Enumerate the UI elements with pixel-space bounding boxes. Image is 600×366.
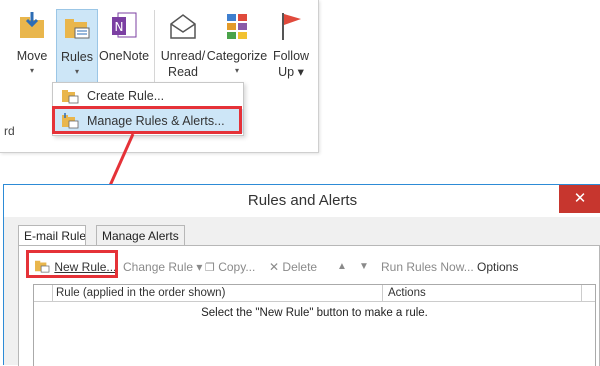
options-button[interactable]: Options: [477, 256, 518, 278]
move-up-icon: ▲: [337, 261, 347, 272]
rules-list-header: Rule (applied in the order shown) Action…: [34, 285, 595, 302]
column-header-actions[interactable]: Actions: [388, 285, 426, 301]
dialog-title: Rules and Alerts: [247, 192, 358, 209]
change-rule-label: Change Rule ▾: [123, 260, 203, 274]
highlight-box-new-rule: [26, 250, 118, 278]
run-rules-now-button[interactable]: Run Rules Now...: [381, 256, 474, 278]
delete-icon: ✕: [269, 260, 280, 274]
column-divider: [581, 285, 582, 301]
move-down-icon: ▼: [359, 261, 369, 272]
checkbox-column-header: [34, 285, 53, 301]
copy-button[interactable]: ❐ Copy...: [205, 256, 255, 278]
run-rules-now-label: Run Rules Now...: [381, 260, 474, 274]
column-header-rule[interactable]: Rule (applied in the order shown): [56, 285, 225, 301]
delete-label: Delete: [282, 260, 318, 274]
move-up-button[interactable]: ▲: [337, 256, 347, 278]
empty-list-message: Select the "New Rule" button to make a r…: [201, 307, 428, 319]
tab-manage-alerts[interactable]: Manage Alerts: [96, 225, 185, 247]
change-rule-button[interactable]: Change Rule ▾: [123, 256, 202, 278]
dialog-titlebar: Rules and Alerts ✕: [4, 185, 600, 217]
copy-label: Copy...: [218, 260, 256, 274]
column-divider: [382, 285, 383, 301]
tab-label: E-mail Rules: [24, 229, 86, 243]
copy-icon: ❐: [205, 262, 215, 274]
move-down-button[interactable]: ▼: [359, 256, 369, 278]
rules-list[interactable]: Rule (applied in the order shown) Action…: [33, 284, 596, 366]
options-label: Options: [477, 260, 519, 274]
close-icon: ✕: [573, 190, 587, 207]
close-button[interactable]: ✕: [559, 185, 600, 213]
tab-label: Manage Alerts: [102, 229, 179, 243]
delete-button[interactable]: ✕ Delete: [269, 256, 317, 278]
